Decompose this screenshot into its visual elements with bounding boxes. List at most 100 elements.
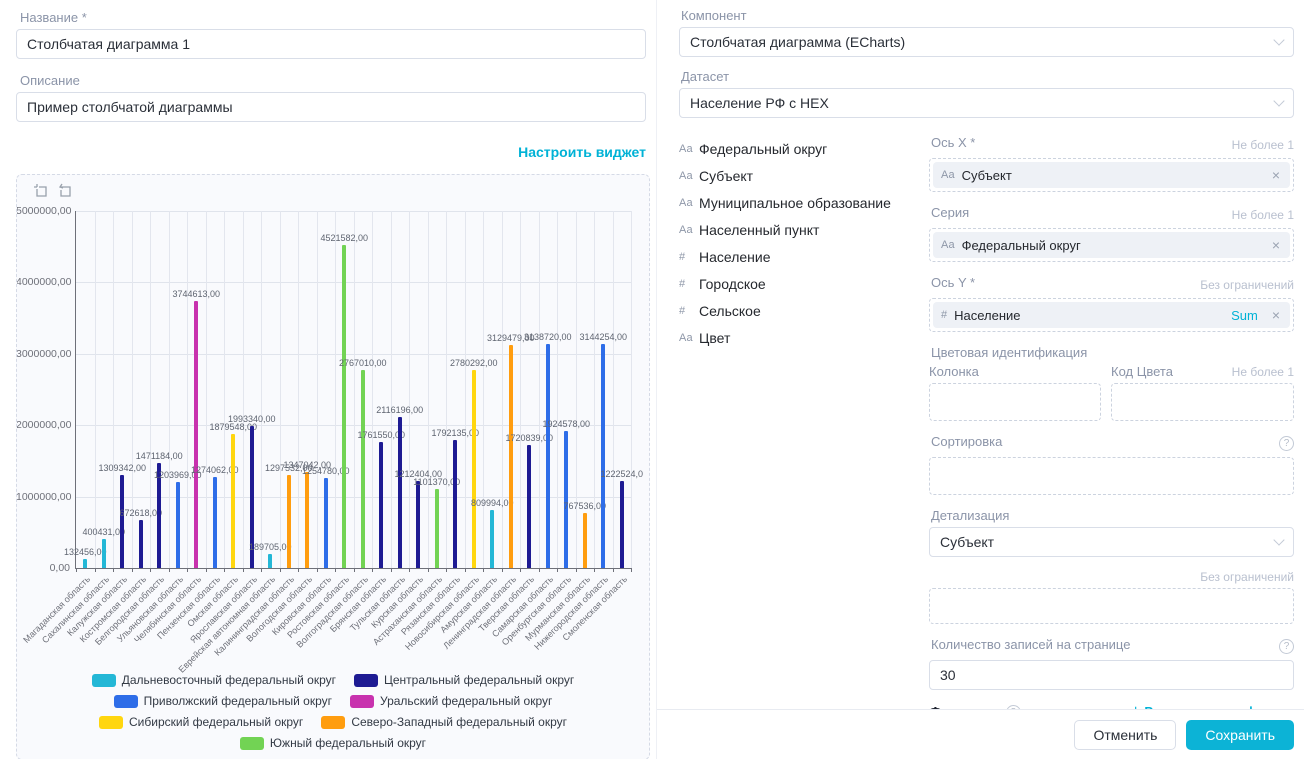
legend-item[interactable]: Северо-Западный федеральный округ	[321, 715, 567, 729]
description-field-label: Описание	[20, 73, 650, 88]
gridline-vertical	[335, 211, 336, 568]
legend-item[interactable]: Сибирский федеральный округ	[99, 715, 303, 729]
bar[interactable]	[509, 345, 513, 568]
bar[interactable]	[564, 431, 568, 568]
color-column-drop-zone[interactable]	[929, 383, 1101, 421]
bar[interactable]	[601, 344, 605, 568]
remove-y-axis-field-icon[interactable]: ×	[1270, 307, 1282, 323]
restore-icon[interactable]	[57, 183, 73, 199]
gridline-vertical	[113, 211, 114, 568]
legend-swatch-icon	[321, 716, 345, 729]
gridline-vertical	[243, 211, 244, 568]
x-axis-tick	[409, 568, 410, 572]
field-list-item[interactable]: #Население	[679, 249, 929, 265]
field-list-item[interactable]: АаСубъект	[679, 168, 929, 184]
color-code-drop-zone[interactable]	[1111, 383, 1294, 421]
x-axis-tick	[446, 568, 447, 572]
gridline-vertical	[446, 211, 447, 568]
bar[interactable]	[120, 475, 124, 568]
bar[interactable]	[324, 478, 328, 568]
field-list-item[interactable]: АаЦвет	[679, 330, 929, 346]
field-list-item[interactable]: АаМуниципальное образование	[679, 195, 929, 211]
bar[interactable]	[194, 301, 198, 568]
bar[interactable]	[102, 539, 106, 568]
text-field-type-icon: Аа	[679, 224, 699, 236]
bar[interactable]	[379, 442, 383, 568]
x-axis-drop-zone[interactable]: Аа Субъект ×	[929, 158, 1294, 192]
series-chip[interactable]: Аа Федеральный округ ×	[933, 232, 1290, 258]
save-button[interactable]: Сохранить	[1186, 720, 1294, 750]
y-axis-chip[interactable]: # Население Sum ×	[933, 302, 1290, 328]
bar[interactable]	[453, 440, 457, 568]
field-list-item[interactable]: #Городское	[679, 276, 929, 292]
component-label: Компонент	[681, 8, 1294, 23]
bar[interactable]	[527, 445, 531, 568]
legend-item[interactable]: Приволжский федеральный округ	[114, 694, 332, 708]
bar[interactable]	[231, 434, 235, 568]
color-limit-hint: Не более 1	[1232, 365, 1294, 379]
bar[interactable]	[176, 482, 180, 568]
detail-drop-zone[interactable]	[929, 588, 1294, 624]
dataset-label: Датасет	[681, 69, 1294, 84]
gridline-vertical	[206, 211, 207, 568]
component-select[interactable]: Столбчатая диаграмма (ECharts)	[679, 27, 1294, 57]
zoom-select-icon[interactable]	[33, 183, 49, 199]
cancel-button[interactable]: Отменить	[1074, 720, 1176, 750]
page-size-input[interactable]	[929, 660, 1294, 690]
bar-value-label: 400431,00	[82, 527, 125, 537]
name-input[interactable]	[16, 29, 646, 59]
sorting-drop-zone[interactable]	[929, 457, 1294, 495]
description-input[interactable]	[16, 92, 646, 122]
legend-item[interactable]: Дальневосточный федеральный округ	[92, 673, 336, 687]
detail-select[interactable]: Субъект	[929, 527, 1294, 557]
field-list-item[interactable]: АаФедеральный округ	[679, 141, 929, 157]
left-column: Название * Описание Настроить виджет 500…	[0, 0, 656, 759]
bar[interactable]	[287, 475, 291, 568]
bar[interactable]	[139, 520, 143, 568]
dataset-select[interactable]: Население РФ с HEX	[679, 88, 1294, 118]
legend-item[interactable]: Южный федеральный округ	[240, 736, 426, 750]
bar[interactable]	[83, 559, 87, 568]
footer-actions: Отменить Сохранить	[657, 709, 1304, 759]
x-axis-tick	[557, 568, 558, 572]
x-axis-tick	[613, 568, 614, 572]
gridline-vertical	[354, 211, 355, 568]
bar[interactable]	[472, 370, 476, 569]
configure-widget-link[interactable]: Настроить виджет	[518, 144, 646, 160]
bar[interactable]	[213, 477, 217, 568]
legend-item[interactable]: Центральный федеральный округ	[354, 673, 574, 687]
number-field-type-icon: #	[679, 278, 699, 290]
field-list-item[interactable]: #Сельское	[679, 303, 929, 319]
x-axis-chip[interactable]: Аа Субъект ×	[933, 162, 1290, 188]
legend-label: Центральный федеральный округ	[384, 673, 574, 687]
bar[interactable]	[490, 510, 494, 568]
color-code-label: Код Цвета	[1111, 364, 1232, 379]
remove-series-field-icon[interactable]: ×	[1270, 237, 1282, 253]
bar[interactable]	[361, 370, 365, 568]
field-list-item[interactable]: АаНаселенный пункт	[679, 222, 929, 238]
page-size-help-icon[interactable]: ?	[1279, 639, 1294, 654]
x-axis-tick	[539, 568, 540, 572]
bar[interactable]	[305, 472, 309, 568]
legend-item[interactable]: Уральский федеральный округ	[350, 694, 552, 708]
y-axis-limit-hint: Без ограничений	[1200, 278, 1294, 292]
y-axis-drop-zone[interactable]: # Население Sum ×	[929, 298, 1294, 332]
bar[interactable]	[268, 554, 272, 568]
bar[interactable]	[583, 513, 587, 568]
bar[interactable]	[416, 481, 420, 568]
sum-aggregation-tag[interactable]: Sum	[1231, 308, 1258, 323]
bar[interactable]	[620, 481, 624, 568]
sorting-help-icon[interactable]: ?	[1279, 436, 1294, 451]
remove-x-axis-field-icon[interactable]: ×	[1270, 167, 1282, 183]
color-column-label: Колонка	[929, 364, 1111, 379]
bar[interactable]	[435, 489, 439, 568]
gridline-vertical	[261, 211, 262, 568]
x-axis-tick	[224, 568, 225, 572]
bar[interactable]	[398, 417, 402, 568]
gridline-vertical	[224, 211, 225, 568]
field-list-item-label: Сельское	[699, 303, 761, 319]
bar[interactable]	[342, 245, 346, 568]
chart-widget-preview: 5000000,004000000,003000000,002000000,00…	[16, 174, 650, 759]
series-drop-zone[interactable]: Аа Федеральный округ ×	[929, 228, 1294, 262]
bar[interactable]	[546, 344, 550, 568]
